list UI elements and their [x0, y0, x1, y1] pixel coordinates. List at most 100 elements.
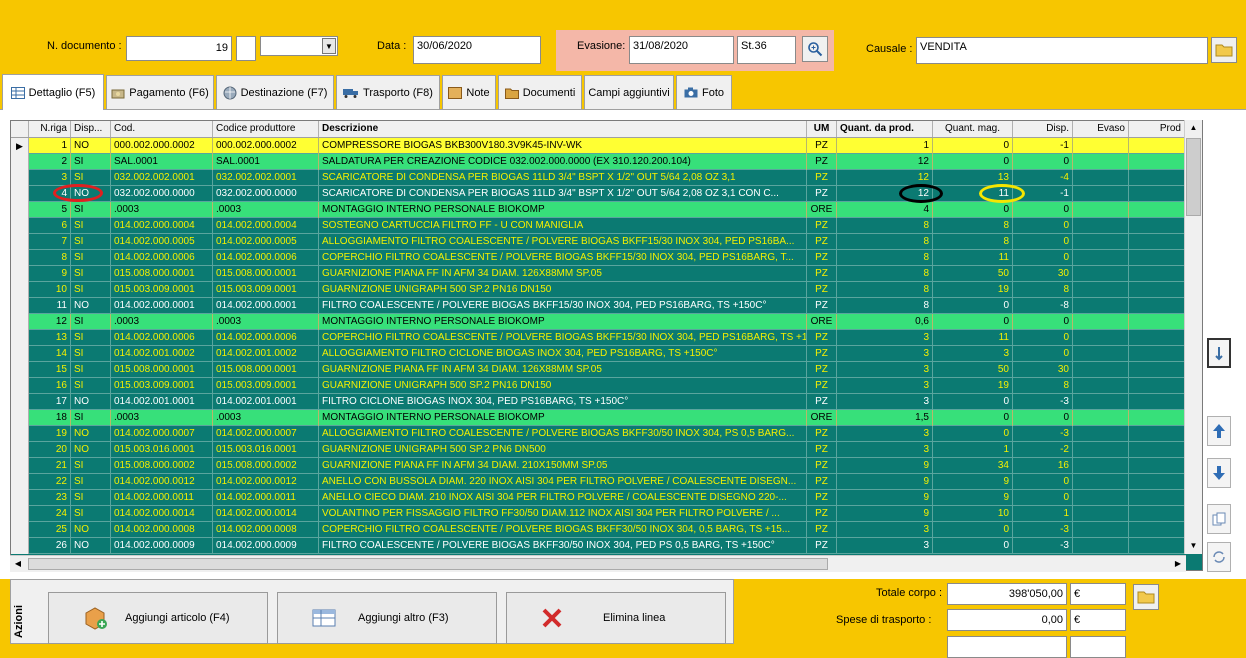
add-other-button[interactable]: Aggiungi altro (F3) — [277, 592, 497, 644]
refresh-button[interactable] — [1207, 542, 1231, 572]
cell-descrizione[interactable]: GUARNIZIONE PIANA FF IN AFM 34 DIAM. 126… — [319, 362, 807, 378]
cell-disp-qty[interactable]: 0 — [1013, 250, 1073, 266]
table-row[interactable]: 22 SI 014.002.000.0012 014.002.000.0012 ANEL… — [11, 474, 1202, 490]
col-prod[interactable]: Prod — [1129, 121, 1185, 137]
cell-disp[interactable]: SI — [71, 410, 111, 426]
cell-codice-produttore[interactable]: 000.002.000.0002 — [213, 138, 319, 154]
cell-descrizione[interactable]: COPERCHIO FILTRO COALESCENTE / POLVERE B… — [319, 250, 807, 266]
cell-quant-mag[interactable]: 9 — [933, 490, 1013, 506]
cell-descrizione[interactable]: GUARNIZIONE UNIGRAPH 500 SP.2 PN6 DN500 — [319, 442, 807, 458]
cell-codice-produttore[interactable]: SAL.0001 — [213, 154, 319, 170]
cell-quant-prod[interactable]: 8 — [837, 218, 933, 234]
cell-descrizione[interactable]: MONTAGGIO INTERNO PERSONALE BIOKOMP — [319, 410, 807, 426]
cell-disp-qty[interactable]: -1 — [1013, 138, 1073, 154]
cell-evaso[interactable] — [1073, 170, 1129, 186]
cell-quant-prod[interactable]: 9 — [837, 506, 933, 522]
col-cod[interactable]: Cod. — [111, 121, 213, 137]
table-row[interactable]: 18 SI .0003.0003 MONTAGGIO INTERNO PERSONAL… — [11, 410, 1202, 426]
cell-quant-mag[interactable]: 0 — [933, 394, 1013, 410]
cell-um[interactable]: PZ — [807, 266, 837, 282]
cell-disp-qty[interactable]: -3 — [1013, 538, 1073, 554]
row-selector[interactable] — [11, 506, 29, 522]
cell-prod[interactable] — [1129, 186, 1185, 202]
table-row[interactable]: 21 SI 015.008.000.0002 015.008.000.0002 GUAR… — [11, 458, 1202, 474]
cell-disp-qty[interactable]: 0 — [1013, 490, 1073, 506]
tab-campi-aggiuntivi[interactable]: Campi aggiuntivi — [584, 75, 674, 109]
cell-descrizione[interactable]: ALLOGGIAMENTO FILTRO CICLONE BIOGAS INOX… — [319, 346, 807, 362]
cell-quant-prod[interactable]: 0,6 — [837, 314, 933, 330]
cell-descrizione[interactable]: GUARNIZIONE UNIGRAPH 500 SP.2 PN16 DN150 — [319, 282, 807, 298]
cell-disp[interactable]: NO — [71, 442, 111, 458]
cell-nriga[interactable]: 1 — [29, 138, 71, 154]
cell-evaso[interactable] — [1073, 474, 1129, 490]
cell-quant-mag[interactable]: 0 — [933, 426, 1013, 442]
cell-prod[interactable] — [1129, 362, 1185, 378]
cell-codice-produttore[interactable]: 014.002.000.0008 — [213, 522, 319, 538]
cell-disp-qty[interactable]: -8 — [1013, 298, 1073, 314]
table-row[interactable]: 6 SI 014.002.000.0004 014.002.000.0004 SOSTE… — [11, 218, 1202, 234]
cell-nriga[interactable]: 25 — [29, 522, 71, 538]
cell-cod[interactable]: 015.008.000.0001 — [111, 362, 213, 378]
cell-quant-mag[interactable]: 8 — [933, 234, 1013, 250]
cell-quant-prod[interactable]: 3 — [837, 522, 933, 538]
cell-evaso[interactable] — [1073, 154, 1129, 170]
cell-descrizione[interactable]: MONTAGGIO INTERNO PERSONALE BIOKOMP — [319, 202, 807, 218]
table-row[interactable]: 25 NO 014.002.000.0008 014.002.000.0008 COPE… — [11, 522, 1202, 538]
cell-quant-prod[interactable]: 3 — [837, 538, 933, 554]
cell-disp-qty[interactable]: 0 — [1013, 234, 1073, 250]
copy-line-button[interactable] — [1207, 504, 1231, 534]
delete-line-button[interactable]: Elimina linea — [506, 592, 726, 644]
cell-um[interactable]: PZ — [807, 186, 837, 202]
cell-um[interactable]: PZ — [807, 490, 837, 506]
cell-um[interactable]: PZ — [807, 330, 837, 346]
cell-prod[interactable] — [1129, 346, 1185, 362]
cell-evaso[interactable] — [1073, 362, 1129, 378]
cell-nriga[interactable]: 20 — [29, 442, 71, 458]
cell-evaso[interactable] — [1073, 298, 1129, 314]
table-row[interactable]: 23 SI 014.002.000.0011 014.002.000.0011 ANEL… — [11, 490, 1202, 506]
ndoc-series-select[interactable]: ▼ — [260, 36, 338, 56]
cell-prod[interactable] — [1129, 506, 1185, 522]
cell-quant-mag[interactable]: 0 — [933, 202, 1013, 218]
totals-browse-button[interactable] — [1133, 584, 1159, 610]
cell-nriga[interactable]: 2 — [29, 154, 71, 170]
cell-nriga[interactable]: 21 — [29, 458, 71, 474]
col-descrizione[interactable]: Descrizione — [319, 121, 807, 137]
tab-note[interactable]: Note — [442, 75, 496, 109]
causale-browse-button[interactable] — [1211, 37, 1237, 63]
cell-cod[interactable]: 000.002.000.0002 — [111, 138, 213, 154]
row-selector[interactable] — [11, 490, 29, 506]
row-selector[interactable] — [11, 202, 29, 218]
cell-descrizione[interactable]: COMPRESSORE BIOGAS BKB300V180.3V9K45-INV… — [319, 138, 807, 154]
cell-disp[interactable]: SI — [71, 458, 111, 474]
cell-quant-mag[interactable]: 0 — [933, 314, 1013, 330]
grid-horizontal-scrollbar[interactable]: ◀ ▶ — [10, 555, 1186, 572]
cell-um[interactable]: PZ — [807, 426, 837, 442]
cell-evaso[interactable] — [1073, 138, 1129, 154]
cell-quant-prod[interactable]: 4 — [837, 202, 933, 218]
cell-evaso[interactable] — [1073, 314, 1129, 330]
cell-evaso[interactable] — [1073, 266, 1129, 282]
table-row[interactable]: 8 SI 014.002.000.0006 014.002.000.0006 COPER… — [11, 250, 1202, 266]
cell-evaso[interactable] — [1073, 506, 1129, 522]
cell-cod[interactable]: 014.002.001.0001 — [111, 394, 213, 410]
cell-quant-prod[interactable]: 9 — [837, 490, 933, 506]
row-selector[interactable] — [11, 362, 29, 378]
cell-descrizione[interactable]: FILTRO COALESCENTE / POLVERE BIOGAS BKFF… — [319, 298, 807, 314]
cell-quant-prod[interactable]: 3 — [837, 346, 933, 362]
cell-nriga[interactable]: 7 — [29, 234, 71, 250]
table-row[interactable]: 7 SI 014.002.000.0005 014.002.000.0005 ALLOG… — [11, 234, 1202, 250]
cell-nriga[interactable]: 13 — [29, 330, 71, 346]
cell-quant-mag[interactable]: 10 — [933, 506, 1013, 522]
cell-disp[interactable]: SI — [71, 506, 111, 522]
cell-disp-qty[interactable]: -3 — [1013, 522, 1073, 538]
cell-disp-qty[interactable]: 30 — [1013, 266, 1073, 282]
cell-quant-prod[interactable]: 8 — [837, 282, 933, 298]
cell-cod[interactable]: 032.002.000.0000 — [111, 186, 213, 202]
row-selector[interactable] — [11, 442, 29, 458]
table-row[interactable]: 19 NO 014.002.000.0007 014.002.000.0007 ALLO… — [11, 426, 1202, 442]
cell-um[interactable]: PZ — [807, 298, 837, 314]
cell-cod[interactable]: 014.002.000.0006 — [111, 330, 213, 346]
cell-disp-qty[interactable]: 0 — [1013, 330, 1073, 346]
col-evaso[interactable]: Evaso — [1073, 121, 1129, 137]
